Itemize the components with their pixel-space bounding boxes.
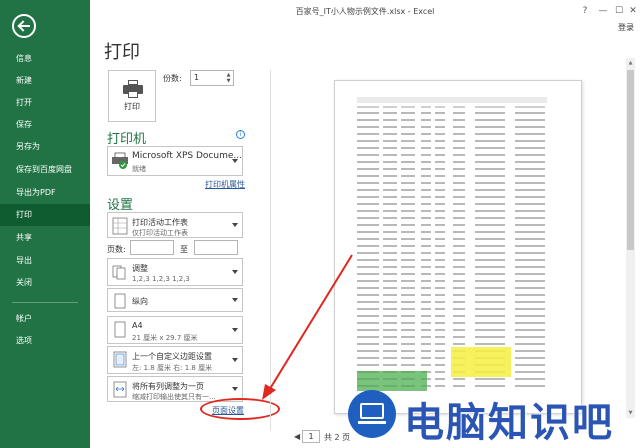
printer-dropdown[interactable]: Microsoft XPS Docume... 就绪 [107,146,243,176]
chevron-down-icon [232,358,238,362]
nav-item-account[interactable]: 帐户 [0,308,90,330]
pages-label: 页数: [107,245,126,254]
paper-size-title: A4 [132,321,143,330]
close-icon[interactable]: ✕ [626,4,640,18]
monitor-logo-icon [348,390,396,438]
printer-properties-link[interactable]: 打印机属性 [205,179,245,190]
print-scope-sub: 仅打印活动工作表 [132,229,188,237]
chevron-down-icon [232,270,238,274]
chevron-down-icon [232,298,238,302]
sheet-icon [112,217,128,235]
chevron-down-icon [232,159,238,163]
current-page-input[interactable]: 1 [302,430,320,443]
copies-label: 份数: [163,74,182,83]
watermark-text: 电脑知识吧 [404,400,614,446]
margins-icon [113,351,127,368]
minimize-icon[interactable]: — [596,4,610,18]
nav-item-export[interactable]: 导出 [0,250,90,272]
info-icon[interactable]: i [236,130,245,139]
nav-item-info[interactable]: 信息 [0,48,90,70]
copies-value: 1 [194,73,200,82]
print-button-label: 打印 [124,102,140,111]
print-button[interactable]: 打印 [108,70,156,122]
printer-status: 就绪 [132,165,146,173]
nav-separator [12,302,78,303]
nav-item-open[interactable]: 打开 [0,92,90,114]
page-title: 打印 [104,42,140,63]
paper-icon [114,321,126,338]
nav-item-options[interactable]: 选项 [0,330,90,352]
backstage-nav: 信息 新建 打开 保存 另存为 保存到百度网盘 导出为PDF 打印 共享 导出 … [0,0,90,448]
pages-to-label: 至 [180,245,188,254]
collate-title: 调整 [132,264,148,273]
page-to-input[interactable] [194,240,238,255]
nav-item-save-to-baidu[interactable]: 保存到百度网盘 [0,159,90,181]
preview-scrollbar-thumb[interactable] [627,70,634,250]
orientation-title: 纵向 [132,297,148,306]
window-title: 百家号_IT小人物示例文件.xlsx - Excel [295,7,435,16]
title-bar: 百家号_IT小人物示例文件.xlsx - Excel ? — ☐ ✕ [90,0,640,24]
scaling-sub: 缩减打印输出使其只有一... [132,393,216,401]
margins-dropdown[interactable]: 上一个自定义边距设置 左: 1.8 厘米 右: 1.8 厘米 [107,346,243,374]
printer-name: Microsoft XPS Docume... [132,151,242,161]
orientation-dropdown[interactable]: 纵向 [107,288,243,312]
paper-size-sub: 21 厘米 x 29.7 厘米 [132,334,198,342]
nav-item-export-pdf[interactable]: 导出为PDF [0,182,90,204]
watermark: 电脑知识吧 [346,384,634,446]
chevron-down-icon [232,223,238,227]
annotation-ellipse [200,398,280,420]
print-scope-title: 打印活动工作表 [132,218,188,227]
collate-sub: 1,2,3 1,2,3 1,2,3 [132,275,190,283]
margins-title: 上一个自定义边距设置 [132,352,212,361]
scaling-title: 将所有列调整为一页 [132,382,204,391]
printer-heading: 打印机 [107,132,147,147]
spin-down-icon[interactable]: ▼ [225,78,232,84]
panel-divider [270,70,271,430]
nav-item-share[interactable]: 共享 [0,227,90,249]
paper-size-dropdown[interactable]: A4 21 厘米 x 29.7 厘米 [107,316,243,344]
printer-icon [123,80,143,98]
print-preview-page [334,80,582,414]
maximize-icon[interactable]: ☐ [612,4,626,18]
scroll-up-icon[interactable]: ▲ [626,58,635,68]
collate-icon [112,265,126,280]
nav-item-save[interactable]: 保存 [0,114,90,136]
copies-input[interactable]: 1 ▲ ▼ [190,70,234,86]
printer-ready-icon [112,152,128,169]
spreadsheet-preview-thumbnail [357,97,547,391]
nav-item-close[interactable]: 关闭 [0,272,90,294]
prev-page-icon[interactable]: ◀ [294,432,300,441]
fit-columns-icon [113,381,127,398]
back-arrow-icon[interactable] [12,14,36,38]
print-scope-dropdown[interactable]: 打印活动工作表 仅打印活动工作表 [107,212,243,238]
nav-item-new[interactable]: 新建 [0,70,90,92]
page-from-input[interactable] [130,240,174,255]
nav-item-save-as[interactable]: 另存为 [0,136,90,158]
settings-heading: 设置 [107,198,134,213]
login-link[interactable]: 登录 [618,22,634,33]
help-icon[interactable]: ? [578,4,592,18]
portrait-icon [114,293,126,309]
chevron-down-icon [232,328,238,332]
margins-sub: 左: 1.8 厘米 右: 1.8 厘米 [132,364,213,372]
nav-item-print[interactable]: 打印 [0,204,90,226]
collate-dropdown[interactable]: 调整 1,2,3 1,2,3 1,2,3 [107,258,243,286]
chevron-down-icon [232,387,238,391]
